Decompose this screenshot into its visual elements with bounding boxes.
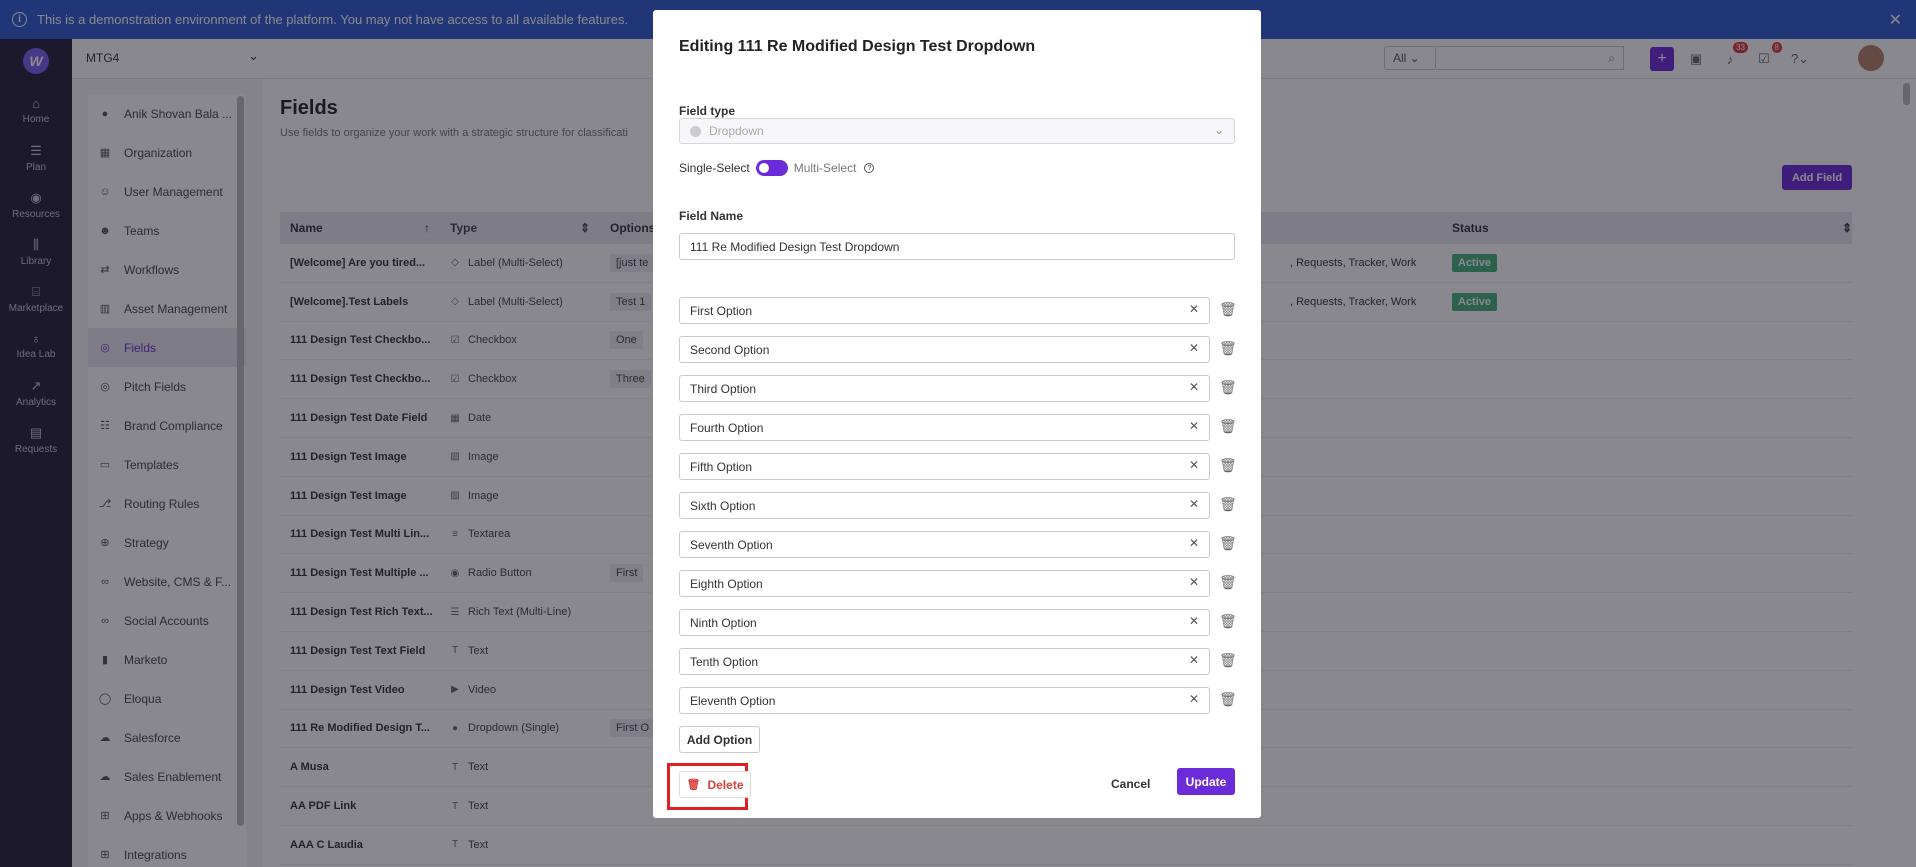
option-input[interactable]: Sixth Option	[679, 492, 1210, 519]
option-input[interactable]: Eighth Option	[679, 570, 1210, 597]
help-icon[interactable]: ?	[864, 163, 875, 173]
field-type-label: Field type	[679, 104, 736, 118]
option-row: Fifth Option ✕ 🗑	[679, 453, 1237, 480]
trash-icon[interactable]: 🗑	[1219, 691, 1237, 708]
trash-icon[interactable]: 🗑	[1219, 379, 1237, 396]
chevron-down-icon: ⌄	[1213, 123, 1224, 137]
edit-field-modal: Editing 111 Re Modified Design Test Drop…	[653, 10, 1261, 818]
option-input[interactable]: First Option	[679, 297, 1210, 324]
multi-select-label: Multi-Select	[793, 161, 857, 175]
trash-icon: 🗑	[686, 779, 701, 791]
selection-mode-toggle[interactable]	[755, 160, 788, 176]
option-input[interactable]: Fourth Option	[679, 414, 1210, 441]
cancel-button[interactable]: Cancel	[1111, 777, 1150, 791]
option-input[interactable]: Eleventh Option	[679, 687, 1210, 714]
trash-icon[interactable]: 🗑	[1219, 574, 1237, 591]
selection-mode-toggle-row: Single-Select Multi-Select ?	[679, 160, 875, 176]
option-row: First Option ✕ 🗑	[679, 297, 1237, 324]
option-row: Second Option ✕ 🗑	[679, 336, 1237, 363]
option-row: Ninth Option ✕ 🗑	[679, 609, 1237, 636]
clear-icon[interactable]: ✕	[1189, 653, 1199, 667]
option-input[interactable]: Second Option	[679, 336, 1210, 363]
clear-icon[interactable]: ✕	[1189, 575, 1199, 589]
clear-icon[interactable]: ✕	[1189, 497, 1199, 511]
clear-icon[interactable]: ✕	[1189, 614, 1199, 628]
clear-icon[interactable]: ✕	[1189, 302, 1199, 316]
trash-icon[interactable]: 🗑	[1219, 340, 1237, 357]
trash-icon[interactable]: 🗑	[1219, 496, 1237, 513]
trash-icon[interactable]: 🗑	[1219, 457, 1237, 474]
clear-icon[interactable]: ✕	[1189, 458, 1199, 472]
clear-icon[interactable]: ✕	[1189, 341, 1199, 355]
dropdown-type-icon	[690, 125, 701, 137]
clear-icon[interactable]: ✕	[1189, 536, 1199, 550]
field-name-input[interactable]: 111 Re Modified Design Test Dropdown	[679, 233, 1235, 260]
single-select-label: Single-Select	[679, 161, 750, 175]
update-button[interactable]: Update	[1177, 768, 1235, 795]
clear-icon[interactable]: ✕	[1189, 692, 1199, 706]
clear-icon[interactable]: ✕	[1189, 419, 1199, 433]
trash-icon[interactable]: 🗑	[1219, 301, 1237, 318]
add-option-button[interactable]: Add Option	[679, 726, 760, 753]
field-type-select: Dropdown ⌄	[679, 118, 1235, 144]
option-row: Eighth Option ✕ 🗑	[679, 570, 1237, 597]
option-input[interactable]: Ninth Option	[679, 609, 1210, 636]
option-row: Third Option ✕ 🗑	[679, 375, 1237, 402]
option-row: Tenth Option ✕ 🗑	[679, 648, 1237, 675]
trash-icon[interactable]: 🗑	[1219, 418, 1237, 435]
clear-icon[interactable]: ✕	[1189, 380, 1199, 394]
option-row: Sixth Option ✕ 🗑	[679, 492, 1237, 519]
option-row: Seventh Option ✕ 🗑	[679, 531, 1237, 558]
delete-button[interactable]: 🗑 Delete	[679, 771, 751, 798]
option-input[interactable]: Tenth Option	[679, 648, 1210, 675]
option-input[interactable]: Third Option	[679, 375, 1210, 402]
option-row: Fourth Option ✕ 🗑	[679, 414, 1237, 441]
modal-title: Editing 111 Re Modified Design Test Drop…	[679, 38, 1036, 55]
option-input[interactable]: Fifth Option	[679, 453, 1210, 480]
trash-icon[interactable]: 🗑	[1219, 613, 1237, 630]
trash-icon[interactable]: 🗑	[1219, 652, 1237, 669]
option-row: Eleventh Option ✕ 🗑	[679, 687, 1237, 714]
trash-icon[interactable]: 🗑	[1219, 535, 1237, 552]
field-name-label: Field Name	[679, 209, 744, 223]
option-input[interactable]: Seventh Option	[679, 531, 1210, 558]
